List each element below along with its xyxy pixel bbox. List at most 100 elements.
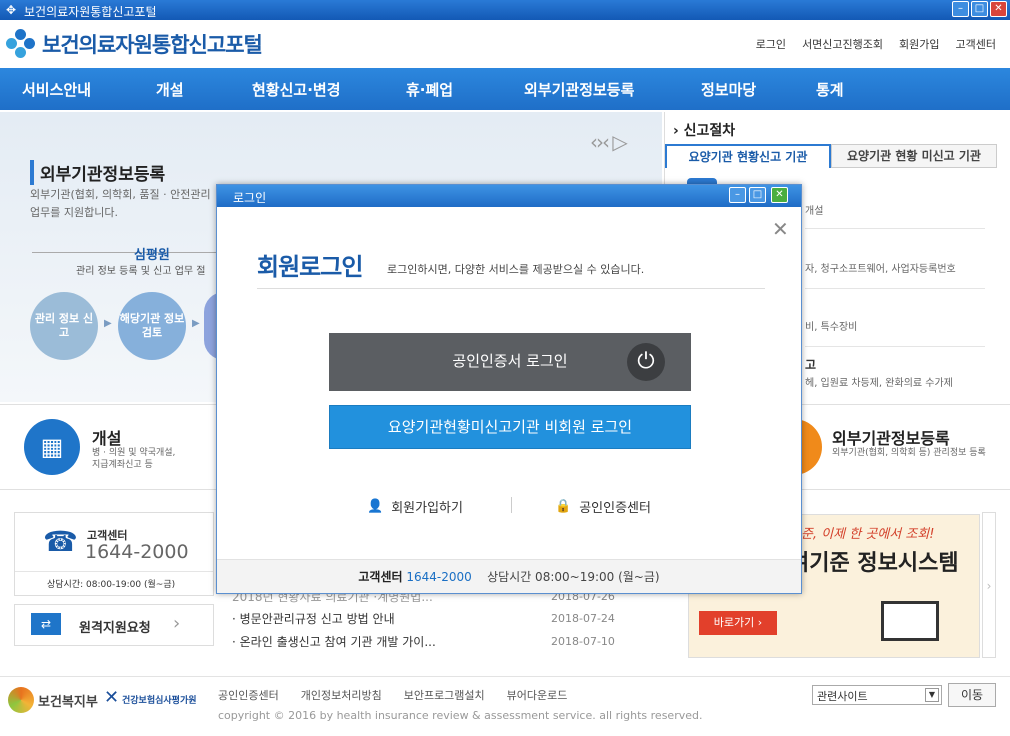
app-icon: ✥ bbox=[6, 3, 17, 17]
news-date: 2018-07-10 bbox=[551, 635, 615, 648]
guest-login-button[interactable]: 요양기관현황미신고기관 비회원 로그인 bbox=[329, 405, 691, 449]
footer-label: 고객센터 bbox=[358, 570, 403, 584]
nav-status-report[interactable]: 현황신고·변경 bbox=[252, 79, 341, 100]
mohw-logo-icon bbox=[8, 687, 34, 713]
banner-heading: 여기준 정보시스템 bbox=[789, 551, 959, 576]
site-logo[interactable]: 보건의료자원통합신고포털 bbox=[6, 28, 263, 60]
site-footer: 보건복지부 ✕ 건강보험심사평가원 공인인증센터 개인정보처리방침 보안프로그램… bbox=[0, 676, 1010, 736]
procedure-item: 자, 청구소프트웨어, 사업자등록번호 bbox=[805, 264, 956, 275]
dialog-footer: 고객센터 1644-2000 상담시간 08:00~19:00 (월~금) bbox=[217, 559, 801, 593]
login-dialog: 로그인 – □ ✕ ✕ 회원로그인 로그인하시면, 다양한 서비스를 제공받으실… bbox=[216, 184, 802, 594]
window-title: 보건의료자원통합신고포털 bbox=[24, 5, 157, 19]
banner-go-button[interactable]: 바로가기 › bbox=[699, 611, 777, 635]
nav-closure[interactable]: 휴·폐업 bbox=[406, 79, 453, 100]
signup-link[interactable]: 회원가입 bbox=[899, 36, 939, 52]
callcenter-number: 1644-2000 bbox=[85, 541, 189, 563]
hira-logo-icon: ✕ bbox=[104, 687, 120, 708]
news-item[interactable]: · 온라인 출생신고 참여 기관 개발 가이... bbox=[232, 633, 436, 650]
banner-text: 기준, 이제 한 곳에서 조회! bbox=[789, 527, 935, 542]
divider bbox=[805, 288, 985, 289]
nav-info[interactable]: 정보마당 bbox=[701, 79, 756, 100]
monitor-illustration bbox=[881, 601, 939, 641]
maximize-icon[interactable]: □ bbox=[971, 1, 988, 17]
org-name: 건강보험심사평가원 bbox=[122, 696, 197, 706]
maximize-icon[interactable]: □ bbox=[749, 187, 766, 203]
footer-link[interactable]: 개인정보처리방침 bbox=[301, 687, 382, 703]
callcenter-hours: 상담시간: 08:00-19:00 (월~금) bbox=[47, 580, 176, 590]
remote-support-button[interactable]: ⇄ 원격지원요청 › bbox=[14, 604, 214, 646]
written-report-link[interactable]: 서면신고진행조회 bbox=[802, 36, 883, 52]
lock-icon: 🔒 bbox=[555, 499, 572, 514]
copyright: copyright © 2016 by health insurance rev… bbox=[218, 709, 703, 722]
phone-icon: ☎ bbox=[43, 525, 78, 558]
org-name: 보건복지부 bbox=[38, 695, 98, 710]
footer-link[interactable]: 공인인증센터 bbox=[218, 687, 279, 703]
procedure-item-title: 고 bbox=[805, 358, 817, 372]
certificate-login-label: 공인인증서 로그인 bbox=[452, 352, 568, 370]
dialog-title: 로그인 bbox=[233, 191, 267, 205]
news-item[interactable]: · 병문안관리규정 신고 방법 안내 bbox=[232, 610, 395, 627]
related-site-select[interactable]: 관련사이트 ▼ bbox=[812, 685, 942, 705]
step-2: 해당기관 정보검토 bbox=[118, 292, 186, 360]
quick-open-title[interactable]: 개설 bbox=[92, 425, 121, 449]
divider bbox=[15, 571, 213, 572]
chevron-right-icon: › bbox=[173, 613, 181, 634]
remote-label: 원격지원요청 bbox=[79, 621, 151, 636]
panel-heading: › 신고절차 bbox=[673, 123, 736, 139]
customer-center-link[interactable]: 고객센터 bbox=[956, 36, 996, 52]
procedure-item: 개설 bbox=[805, 206, 824, 217]
divider bbox=[32, 252, 222, 253]
banner-next-icon[interactable]: › bbox=[982, 512, 996, 658]
certificate-login-button[interactable]: 공인인증서 로그인 ⏻ bbox=[329, 333, 691, 391]
procedure-item: 비, 특수장비 bbox=[805, 322, 858, 333]
news-date: 2018-07-24 bbox=[551, 612, 615, 625]
chevron-down-icon: ▼ bbox=[925, 688, 939, 702]
divider bbox=[805, 228, 985, 229]
quick-ext-title[interactable]: 외부기관정보등록 bbox=[832, 425, 950, 449]
nav-open[interactable]: 개설 bbox=[156, 79, 184, 100]
divider bbox=[805, 346, 985, 347]
nav-external-registration[interactable]: 외부기관정보등록 bbox=[524, 79, 634, 100]
sim-title: 심평원 bbox=[134, 248, 170, 263]
callcenter-box: ☎ 고객센터 1644-2000 상담시간: 08:00-19:00 (월~금) bbox=[14, 512, 214, 596]
join-label: 회원가입하기 bbox=[391, 501, 463, 516]
divider bbox=[511, 497, 512, 513]
footer-number: 1644-2000 bbox=[406, 570, 472, 584]
cert-center-label: 공인인증센터 bbox=[579, 501, 651, 516]
close-icon[interactable]: ✕ bbox=[771, 187, 788, 203]
hospital-icon[interactable]: ▦ bbox=[24, 419, 80, 475]
tab-unreported[interactable]: 요양기관 현황 미신고 기관 bbox=[831, 144, 997, 168]
footer-link[interactable]: 보안프로그램설치 bbox=[404, 687, 485, 703]
user-icon: 👤 bbox=[367, 499, 384, 514]
logo-text: 보건의료자원통합신고포털 bbox=[42, 33, 263, 57]
step-1: 관리 정보 신고 bbox=[30, 292, 98, 360]
tab-reported[interactable]: 요양기관 현황신고 기관 bbox=[665, 144, 831, 168]
step-arrow-icon: ▶ bbox=[104, 318, 112, 329]
sim-desc: 관리 정보 등록 및 신고 업무 절 bbox=[76, 266, 206, 277]
section-title: 외부기관정보등록 bbox=[30, 160, 165, 185]
nav-statistics[interactable]: 통계 bbox=[816, 79, 844, 100]
footer-links: 공인인증센터 개인정보처리방침 보안프로그램설치 뷰어다운로드 bbox=[218, 687, 567, 703]
main-navigation: 서비스안내 개설 현황신고·변경 휴·폐업 외부기관정보등록 정보마당 통계 bbox=[0, 68, 1010, 110]
quick-open-desc: 지급계좌신고 등 bbox=[92, 460, 153, 470]
login-link[interactable]: 로그인 bbox=[756, 36, 786, 52]
procedure-item: 헤, 입원료 차등제, 완화의료 수가제 bbox=[805, 378, 953, 389]
utility-links: 로그인 서면신고진행조회 회원가입 고객센터 bbox=[756, 36, 996, 52]
dialog-heading: 회원로그인 bbox=[257, 253, 363, 281]
slide-nav-icon[interactable]: ‹›‹ ▷ bbox=[590, 130, 628, 154]
cert-center-link[interactable]: 🔒 공인인증센터 bbox=[555, 497, 651, 516]
section-desc: 외부기관(협회, 의학회, 품질 · 안전관리 업무를 지원합니다. bbox=[30, 188, 211, 219]
dialog-desc: 로그인하시면, 다양한 서비스를 제공받으실 수 있습니다. bbox=[387, 263, 645, 276]
close-icon[interactable]: ✕ bbox=[772, 217, 789, 241]
nav-service-guide[interactable]: 서비스안내 bbox=[22, 79, 91, 100]
go-button[interactable]: 이동 bbox=[948, 683, 996, 707]
footer-hours: 상담시간 08:00~19:00 (월~금) bbox=[487, 570, 660, 584]
close-icon[interactable]: ✕ bbox=[990, 1, 1007, 17]
minimize-icon[interactable]: – bbox=[729, 187, 746, 203]
join-link[interactable]: 👤 회원가입하기 bbox=[367, 497, 463, 516]
footer-link[interactable]: 뷰어다운로드 bbox=[507, 687, 568, 703]
step-arrow-icon: ▶ bbox=[192, 318, 200, 329]
minimize-icon[interactable]: – bbox=[952, 1, 969, 17]
divider bbox=[257, 288, 765, 289]
window-title-bar: ✥ 보건의료자원통합신고포털 – □ ✕ bbox=[0, 0, 1010, 20]
